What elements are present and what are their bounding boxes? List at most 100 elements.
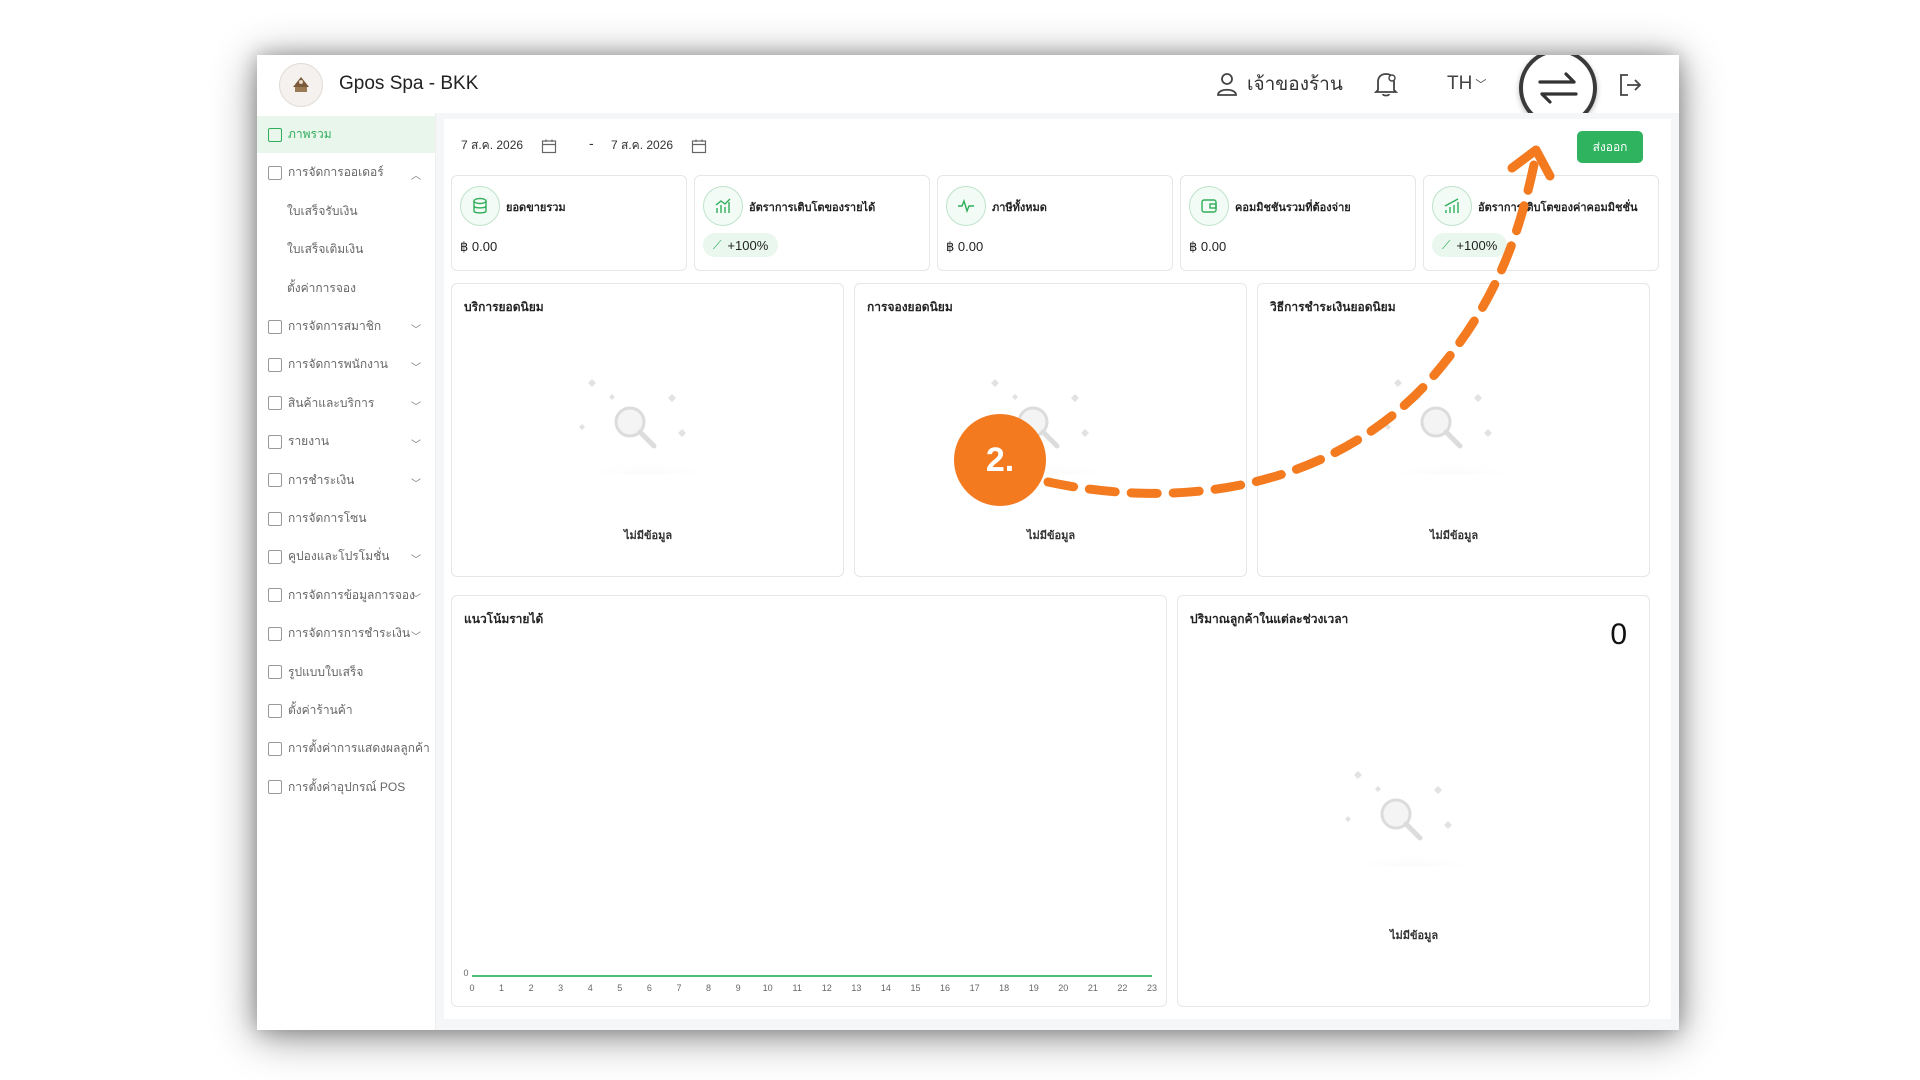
sidebar-item-label: ใบเสร็จเติมเงิน xyxy=(287,242,364,257)
x-tick-label: 6 xyxy=(646,983,652,993)
x-tick-label: 1 xyxy=(499,983,505,993)
bell-icon[interactable] xyxy=(1373,70,1399,98)
sidebar-item[interactable]: การตั้งค่าอุปกรณ์ POS xyxy=(257,769,435,806)
menu-icon xyxy=(268,741,282,756)
stat-label: อัตราการเติบโตของค่าคอมมิชชั่น xyxy=(1478,202,1638,214)
sidebar-item-label: สินค้าและบริการ xyxy=(288,395,375,410)
top-bar: Gpos Spa - BKK เจ้าของร้าน TH ﹀ xyxy=(257,55,1679,127)
sidebar-item-label: คูปองและโปรโมชั่น xyxy=(288,549,390,564)
sidebar-item[interactable]: ใบเสร็จรับเงิน xyxy=(257,193,465,230)
sidebar-item[interactable]: การจัดการพนักงาน ﹀ xyxy=(257,346,435,383)
no-data-text: ไม่มีข้อมูล xyxy=(1430,530,1479,542)
x-tick-label: 9 xyxy=(735,983,741,993)
sidebar-item[interactable]: รายงาน ﹀ xyxy=(257,423,435,460)
calendar-icon xyxy=(541,139,557,153)
chevron-icon: ﹀ xyxy=(411,555,421,567)
sidebar-item[interactable]: การตั้งค่าการแสดงผลลูกค้า xyxy=(257,730,435,767)
language-select[interactable]: TH ﹀ xyxy=(1447,73,1486,95)
sidebar-item[interactable]: การจัดการข้อมูลการจอง ﹀ xyxy=(257,577,435,614)
menu-icon xyxy=(268,703,282,718)
x-tick-label: 2 xyxy=(528,983,534,993)
database-icon xyxy=(460,186,500,226)
x-tick-label: 22 xyxy=(1117,983,1128,993)
card-title: วิธีการชำระเงินยอดนิยม xyxy=(1270,300,1396,314)
main-area: 7 ส.ค. 2026 - 7 ส.ค. 2026 ส่งออก ยอดขายร… xyxy=(436,113,1679,1030)
sidebar-item[interactable]: การชำระเงิน ﹀ xyxy=(257,462,435,499)
sidebar-item-label: ภาพรวม xyxy=(288,127,332,141)
wallet-icon xyxy=(1189,186,1229,226)
owner-label: เจ้าของร้าน xyxy=(1247,74,1343,95)
sidebar-item-label: การจัดการออเดอร์ xyxy=(288,165,384,180)
empty-illustration-icon xyxy=(1378,364,1528,492)
x-tick-label: 0 xyxy=(469,983,475,993)
sidebar-item[interactable]: ตั้งค่าร้านค้า xyxy=(257,692,435,729)
empty-illustration-icon xyxy=(1338,756,1488,884)
card-revenue-trend: แนวโน้มรายได้ 0 0 1 2 3 4 5 6 7 8 9 10 11 12 13 14 15 16… xyxy=(451,595,1167,1007)
sidebar-item[interactable]: ภาพรวม xyxy=(257,116,435,153)
sidebar-item-label: ตั้งค่าการจอง xyxy=(287,280,356,295)
date-separator: - xyxy=(589,135,594,151)
pulse-icon xyxy=(946,186,986,226)
stat-label: คอมมิชชันรวมที่ต้องจ่าย xyxy=(1235,202,1351,214)
end-date-picker[interactable]: 7 ส.ค. 2026 xyxy=(611,136,707,155)
sidebar-item-label: การจัดการโซน xyxy=(288,511,367,525)
sidebar-item-label: รูปแบบใบเสร็จ xyxy=(288,664,364,679)
stat-label: ภาษีทั้งหมด xyxy=(992,202,1047,214)
card-popular-bookings: การจองยอดนิยม ไม่มีข้อมูล xyxy=(854,283,1247,577)
growth-badge: ⟋ +100% xyxy=(1432,233,1508,257)
trend-up-icon: ⟋ xyxy=(1442,237,1451,252)
signal-growth-icon xyxy=(1432,186,1472,226)
growth-value: +100% xyxy=(727,237,769,253)
menu-icon xyxy=(268,165,282,180)
x-tick-label: 20 xyxy=(1058,983,1069,993)
sidebar-item-label: รายงาน xyxy=(288,434,330,449)
menu-icon xyxy=(268,319,282,334)
x-tick-label: 21 xyxy=(1087,983,1098,993)
no-data-text: ไม่มีข้อมูล xyxy=(1027,530,1076,542)
menu-icon xyxy=(268,127,282,142)
logout-icon[interactable] xyxy=(1617,72,1643,98)
x-tick-label: 3 xyxy=(558,983,564,993)
menu-icon xyxy=(268,549,282,564)
x-tick-label: 19 xyxy=(1028,983,1039,993)
store-logo-icon[interactable] xyxy=(279,63,323,107)
card-popular-payments: วิธีการชำระเงินยอดนิยม ไม่มีข้อมูล xyxy=(1257,283,1650,577)
start-date-picker[interactable]: 7 ส.ค. 2026 xyxy=(461,136,557,155)
export-button[interactable]: ส่งออก xyxy=(1577,131,1643,163)
menu-icon xyxy=(268,588,282,603)
start-date: 7 ส.ค. 2026 xyxy=(461,138,524,152)
stat-value: ฿ 0.00 xyxy=(946,239,984,254)
x-tick-label: 8 xyxy=(706,983,712,993)
menu-icon xyxy=(268,626,282,641)
sidebar-item[interactable]: การจัดการออเดอร์ ︿ xyxy=(257,154,435,191)
sidebar-item[interactable]: ตั้งค่าการจอง xyxy=(257,270,465,307)
sidebar-item[interactable]: สินค้าและบริการ ﹀ xyxy=(257,385,435,422)
sidebar-item[interactable]: รูปแบบใบเสร็จ xyxy=(257,654,435,691)
card-title: บริการยอดนิยม xyxy=(464,300,544,314)
chevron-icon: ﹀ xyxy=(411,478,421,490)
sidebar-item[interactable]: การจัดการการชำระเงิน ﹀ xyxy=(257,615,435,652)
chevron-icon: ﹀ xyxy=(411,401,421,413)
sidebar-item[interactable]: การจัดการสมาชิก ﹀ xyxy=(257,308,435,345)
sidebar-item[interactable]: คูปองและโปรโมชั่น ﹀ xyxy=(257,538,435,575)
sidebar-item[interactable]: ใบเสร็จเติมเงิน xyxy=(257,231,465,268)
x-tick-label: 14 xyxy=(880,983,891,993)
x-tick-label: 7 xyxy=(676,983,682,993)
x-tick-label: 23 xyxy=(1146,983,1157,993)
switch-arrows-icon xyxy=(1538,72,1578,104)
owner-menu[interactable]: เจ้าของร้าน xyxy=(1215,69,1343,99)
stat-label: ยอดขายรวม xyxy=(506,202,566,214)
menu-icon xyxy=(268,396,282,411)
revenue-series-line xyxy=(472,975,1152,977)
menu-icon xyxy=(268,434,282,449)
sidebar-item[interactable]: การจัดการโซน xyxy=(257,500,435,537)
empty-illustration-icon xyxy=(572,364,722,492)
stat-total-sales: ยอดขายรวม ฿ 0.00 xyxy=(451,175,687,271)
card-title: ปริมาณลูกค้าในแต่ละช่วงเวลา xyxy=(1190,612,1349,626)
card-title: แนวโน้มรายได้ xyxy=(464,612,544,626)
stat-total-tax: ภาษีทั้งหมด ฿ 0.00 xyxy=(937,175,1173,271)
card-popular-services: บริการยอดนิยม ไม่มีข้อมูล xyxy=(451,283,844,577)
trend-up-icon: ⟋ xyxy=(713,237,722,252)
x-tick-label: 10 xyxy=(762,983,773,993)
x-tick-label: 17 xyxy=(969,983,980,993)
